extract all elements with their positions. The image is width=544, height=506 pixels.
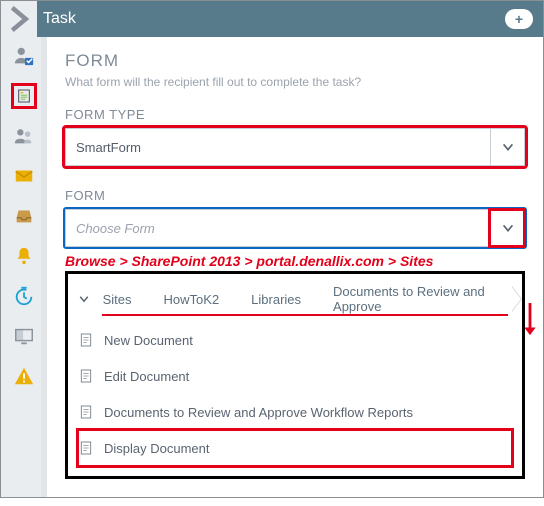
chevron-down-icon[interactable]	[490, 210, 524, 246]
arrow-down-icon	[523, 303, 537, 337]
breadcrumb-item[interactable]: HowToK2	[146, 286, 234, 312]
collapse-toggle[interactable]	[1, 1, 37, 37]
list-item[interactable]: Display Document	[78, 430, 512, 466]
breadcrumb-item[interactable]: Documents to Review and Approve	[315, 286, 512, 312]
breadcrumb-item[interactable]: Sites	[93, 286, 146, 312]
form-type-value: SmartForm	[76, 140, 141, 155]
form-icon[interactable]	[11, 83, 37, 109]
inbox-icon[interactable]	[11, 203, 37, 229]
mail-icon[interactable]	[11, 163, 37, 189]
panel-header: Task +	[1, 1, 543, 37]
form-section-title: FORM	[65, 51, 525, 71]
list-item[interactable]: Documents to Review and Approve Workflow…	[78, 394, 512, 430]
bell-icon[interactable]	[11, 243, 37, 269]
form-field-label: FORM	[65, 188, 525, 203]
form-section-subtitle: What form will the recipient fill out to…	[65, 75, 525, 89]
chevron-down-icon[interactable]	[490, 129, 524, 165]
list-item[interactable]: Edit Document	[78, 358, 512, 394]
form-browser: Sites HowToK2 Libraries Documents to Rev…	[65, 271, 525, 479]
list-item-label: New Document	[104, 333, 193, 348]
add-badge[interactable]: +	[505, 9, 533, 29]
layout-icon[interactable]	[11, 323, 37, 349]
breadcrumb: Sites HowToK2 Libraries Documents to Rev…	[78, 286, 512, 312]
form-select[interactable]: Choose Form	[65, 209, 525, 247]
form-type-select[interactable]: SmartForm	[65, 128, 525, 166]
form-type-label: FORM TYPE	[65, 107, 525, 122]
annotation-text: Browse > SharePoint 2013 > portal.denall…	[65, 253, 525, 269]
people-icon[interactable]	[11, 43, 37, 69]
timer-icon[interactable]	[11, 283, 37, 309]
users-group-icon[interactable]	[11, 123, 37, 149]
list-item-label: Display Document	[104, 441, 210, 456]
warning-icon[interactable]	[11, 363, 37, 389]
list-item-label: Edit Document	[104, 369, 189, 384]
list-item[interactable]: New Document	[78, 322, 512, 358]
chevron-down-icon[interactable]	[78, 293, 93, 305]
list-item-label: Documents to Review and Approve Workflow…	[104, 405, 413, 420]
form-placeholder: Choose Form	[76, 221, 155, 236]
panel-title: Task	[43, 10, 76, 28]
left-rail	[1, 37, 47, 497]
breadcrumb-item[interactable]: Libraries	[233, 286, 315, 312]
